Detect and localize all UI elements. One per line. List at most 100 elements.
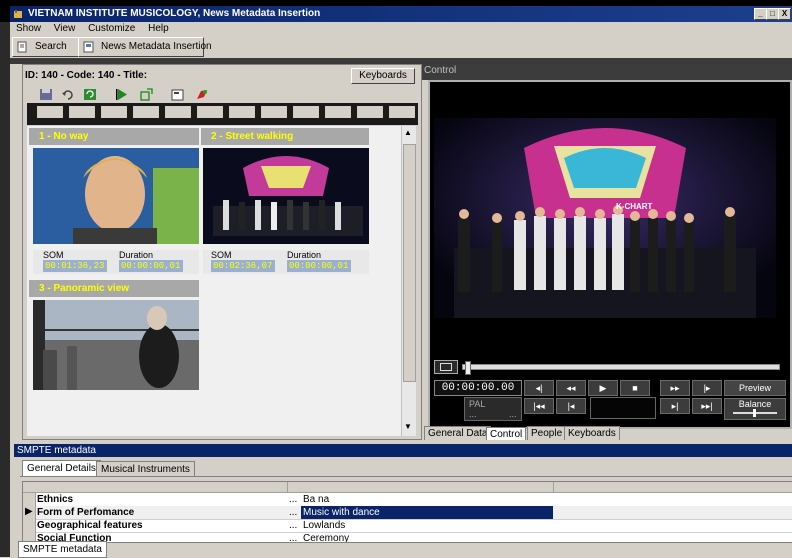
grid-row[interactable]: Social Function ... Ceremony (23, 532, 792, 542)
go-end-button[interactable]: ▸▸| (692, 398, 722, 414)
undo-icon[interactable] (61, 88, 75, 101)
som-label: SOM (211, 250, 232, 260)
window-title: VIETNAM INSTITUTE MUSICOLOGY, News Metad… (28, 8, 321, 19)
title-bar: VIETNAM INSTITUTE MUSICOLOGY, News Metad… (0, 0, 792, 22)
row-ellipsis-button[interactable]: ... (289, 493, 297, 506)
step-forward-button[interactable]: ▸| (660, 398, 690, 414)
clip-title[interactable]: 1 - No way (29, 128, 199, 145)
clip-title[interactable]: 2 - Street walking (201, 128, 369, 145)
som-label: SOM (43, 250, 64, 260)
clip-thumbnail[interactable] (33, 148, 199, 244)
balance-handle[interactable] (753, 409, 756, 417)
editor-toolbar (27, 87, 417, 103)
next-mark-button[interactable]: |▸ (692, 380, 722, 396)
row-name: Form of Perfomance (37, 507, 135, 518)
grid-row[interactable]: Ethnics ... Ba na (23, 493, 792, 507)
search-tab-button[interactable]: Search (12, 37, 80, 57)
video-preview: K-CHART (434, 118, 776, 318)
menu-help[interactable]: Help (148, 22, 169, 36)
row-value[interactable]: Ba na (301, 493, 553, 506)
keyboards-button[interactable]: Keyboards (351, 68, 415, 84)
control-panel-label: Control (424, 65, 457, 76)
menu-view[interactable]: View (54, 22, 76, 36)
refresh-icon[interactable] (83, 88, 97, 101)
clip-timecodes: SOM Duration 00:01:36,23 00:00:00,01 (33, 250, 199, 274)
row-ellipsis-button[interactable]: ... (289, 506, 297, 519)
tab-musical-instruments[interactable]: Musical Instruments (96, 461, 195, 477)
tab-general-data[interactable]: General Data (424, 426, 492, 441)
clip-title[interactable]: 3 - Panoramic view (29, 280, 199, 297)
row-value[interactable]: Lowlands (301, 519, 553, 532)
left-frame (0, 22, 10, 557)
grid-row-selected[interactable]: ▶ Form of Perfomance ... Music with danc… (23, 506, 792, 520)
menu-bar: Show View Customize Help (10, 22, 792, 36)
control-header-bg (420, 64, 792, 80)
news-metadata-tab-button[interactable]: News Metadata Insertion (78, 37, 212, 57)
row-value[interactable]: Ceremony (301, 532, 553, 542)
tab-keyboards[interactable]: Keyboards (564, 426, 620, 441)
play-button[interactable]: ▶ (588, 380, 618, 396)
row-pointer-icon: ▶ (25, 506, 33, 517)
play-icon[interactable] (115, 88, 129, 101)
clip-timecodes: SOM Duration 00:02:36,07 00:00:00,01 (203, 250, 369, 274)
video-format: PAL ... ... (464, 397, 522, 421)
stop-button[interactable]: ■ (620, 380, 650, 396)
fullscreen-button[interactable] (434, 360, 458, 374)
format-label: PAL (469, 399, 486, 409)
seek-handle[interactable] (465, 361, 471, 375)
record-info: ID: 140 - Code: 140 - Title: (25, 70, 148, 81)
document-icon (83, 41, 94, 53)
color-tag-icon[interactable] (195, 88, 209, 101)
properties-icon[interactable] (171, 88, 185, 101)
menu-customize[interactable]: Customize (88, 22, 135, 36)
go-start-button[interactable]: |◂◂ (524, 398, 554, 414)
smpte-panel: General Details Musical Instruments Ethn… (14, 457, 792, 557)
tab-people[interactable]: People (527, 426, 567, 441)
duration-label: Duration (119, 250, 154, 260)
metadata-grid: Ethnics ... Ba na ▶ Form of Perfomance .… (22, 481, 792, 543)
fast-forward-button[interactable]: ▸▸ (660, 380, 690, 396)
duration-value: 00:00:00,01 (119, 260, 183, 272)
close-button[interactable]: X (778, 8, 791, 20)
clips-editor-panel: ID: 140 - Code: 140 - Title: Keyboards 1… (22, 64, 422, 440)
scroll-down-icon[interactable]: ▼ (404, 422, 412, 431)
search-icon (17, 41, 27, 53)
som-value: 00:01:36,23 (43, 260, 107, 272)
row-value[interactable]: Music with dance (301, 506, 553, 519)
balance-label: Balance (738, 399, 772, 409)
clips-list: 1 - No way SOM Duration 00:01:36,23 00:0… (27, 126, 402, 436)
prev-mark-button[interactable]: ◂| (524, 380, 554, 396)
save-icon[interactable] (39, 88, 53, 101)
row-ellipsis-button[interactable]: ... (289, 519, 297, 532)
stage-banner-text: K-CHART (616, 202, 653, 211)
balance-control[interactable]: Balance (724, 398, 786, 420)
app-icon (14, 10, 22, 18)
smpte-header: SMPTE metadata (14, 444, 792, 457)
timecode-display: 00:00:00.00 (434, 380, 522, 396)
grid-row[interactable]: Geographical features ... Lowlands (23, 519, 792, 533)
menu-show[interactable]: Show (16, 22, 41, 36)
news-metadata-tab-label: News Metadata Insertion (101, 41, 212, 52)
scroll-thumb[interactable] (403, 144, 416, 382)
clip-thumbnail[interactable] (33, 300, 199, 390)
jog-display (590, 397, 656, 419)
tab-general-details[interactable]: General Details (22, 460, 101, 477)
clip-thumbnail[interactable] (203, 148, 369, 244)
duration-label: Duration (287, 250, 322, 260)
grid-header (23, 482, 792, 493)
search-tab-label: Search (35, 41, 67, 52)
tab-smpte-metadata[interactable]: SMPTE metadata (18, 541, 107, 558)
format-sub: ... ... (469, 409, 517, 419)
rewind-button[interactable]: ◂◂ (556, 380, 586, 396)
clips-scrollbar[interactable]: ▲ ▼ (401, 126, 416, 436)
row-name: Ethnics (37, 494, 74, 505)
row-name: Geographical features (37, 520, 143, 531)
scroll-up-icon[interactable]: ▲ (404, 128, 412, 137)
export-icon[interactable] (139, 88, 153, 101)
seek-bar[interactable] (462, 361, 780, 375)
film-strip (27, 103, 418, 125)
preview-button[interactable]: Preview (724, 380, 786, 396)
step-back-button[interactable]: |◂ (556, 398, 586, 414)
left-gutter (10, 64, 22, 444)
row-ellipsis-button[interactable]: ... (289, 532, 297, 542)
